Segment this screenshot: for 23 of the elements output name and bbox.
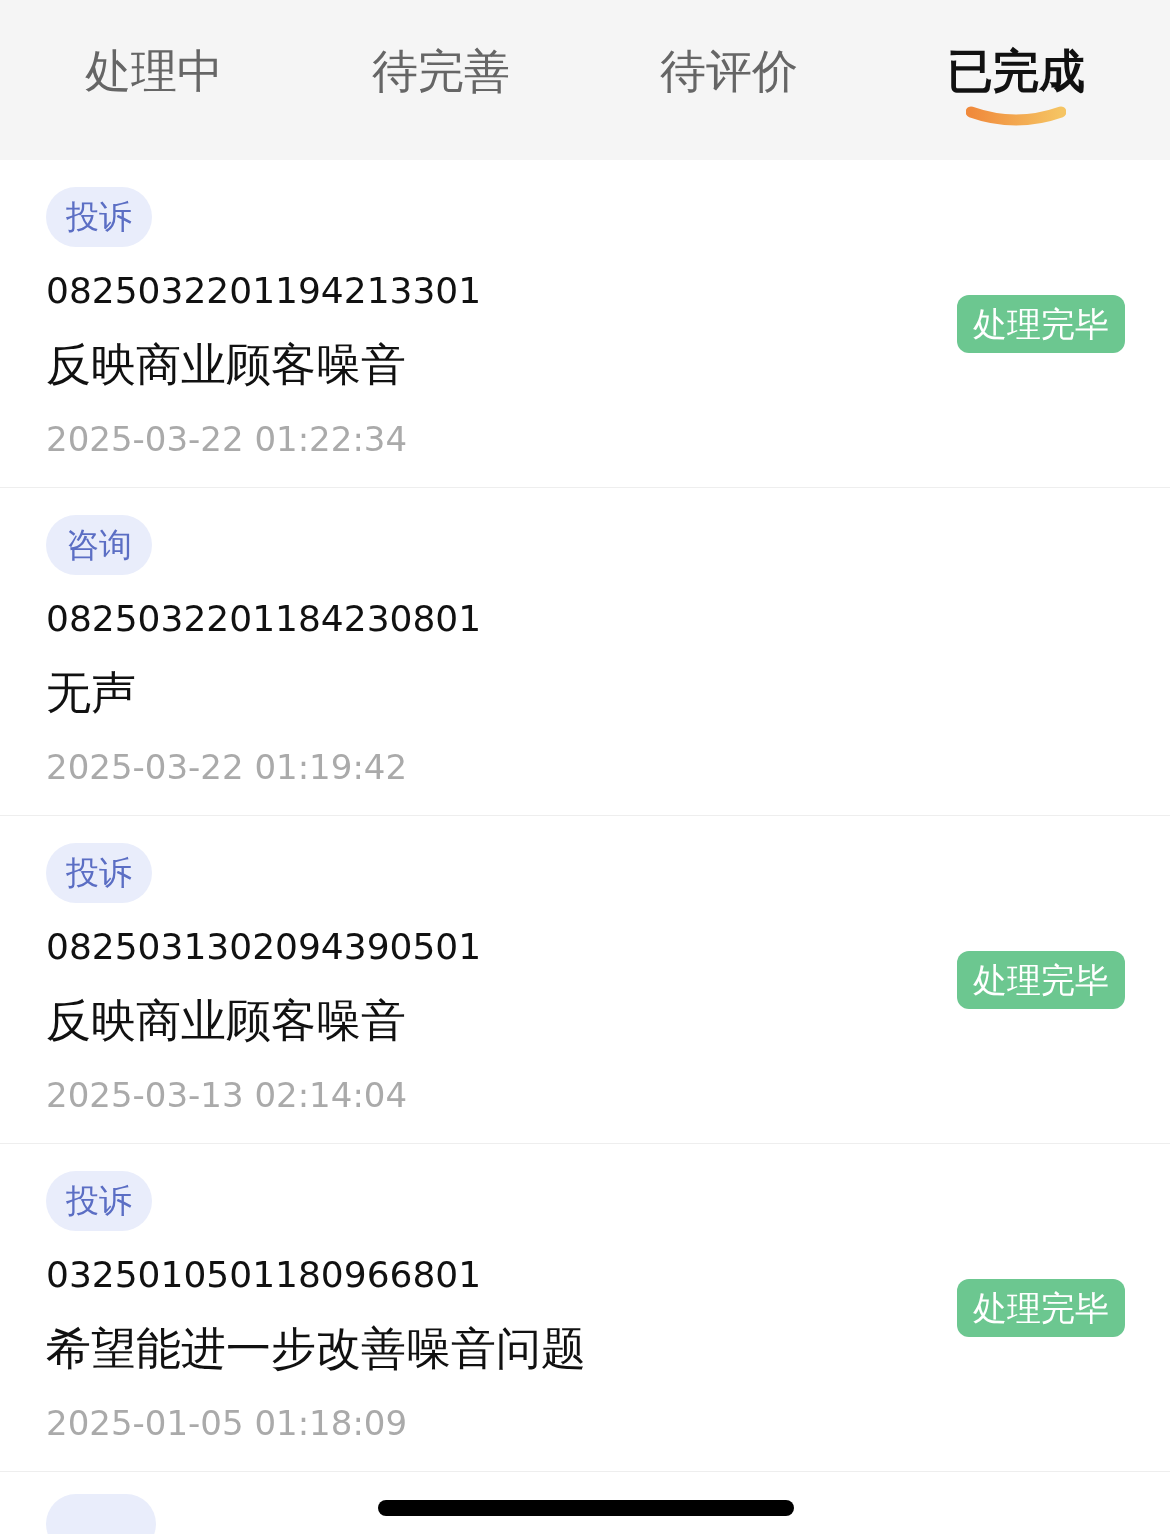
ticket-number: 0325010501180966801 (46, 1252, 482, 1297)
category-tag: 投诉 (46, 842, 152, 903)
ticket-number: 0825032201184230801 (46, 596, 482, 641)
tab[interactable]: 处理中 (84, 40, 223, 102)
status-badge: 处理完毕 (957, 950, 1125, 1009)
ticket-time: 2025-03-22 01:22:34 (46, 417, 408, 461)
category-tag: 咨询 (46, 514, 152, 575)
ticket-title: 希望能进一步改善噪音问题 (46, 1320, 586, 1377)
ticket-time: 2025-03-22 01:19:42 (46, 745, 408, 789)
tab[interactable]: 待完善 (372, 40, 511, 102)
ticket-title: 反映商业顾客噪音 (46, 992, 406, 1049)
tab[interactable]: 已完成 (947, 40, 1086, 102)
ticket-time: 2025-03-13 02:14:04 (46, 1073, 408, 1117)
ticket-number: 0825031302094390501 (46, 924, 482, 969)
category-tag: 投诉 (46, 186, 152, 247)
ticket-number: 0825032201194213301 (46, 268, 482, 313)
ticket-title: 无声 (46, 664, 136, 721)
ticket-time: 2025-01-05 01:18:09 (46, 1401, 408, 1445)
ticket-title: 反映商业顾客噪音 (46, 336, 406, 393)
tab[interactable]: 待评价 (659, 40, 798, 102)
status-badge: 处理完毕 (957, 1278, 1125, 1337)
status-badge: 处理完毕 (957, 294, 1125, 353)
category-tag: 投诉 (46, 1170, 152, 1231)
